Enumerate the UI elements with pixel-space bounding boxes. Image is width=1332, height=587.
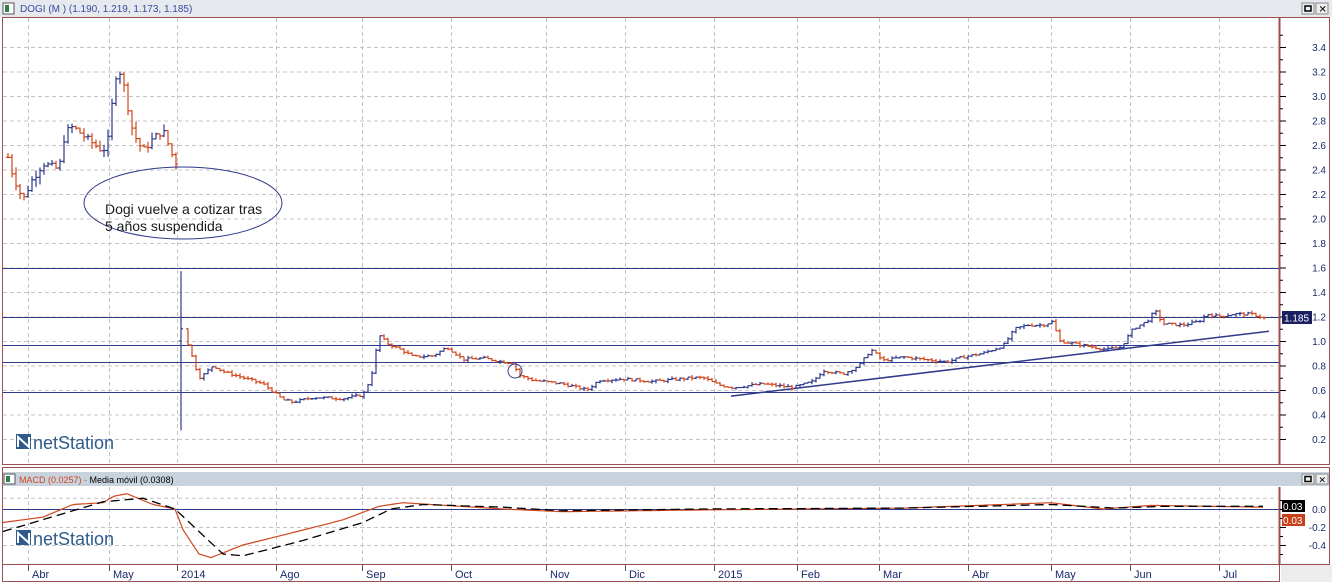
price-tick-label: 2.6 <box>1312 141 1326 152</box>
time-tick-label: May <box>113 569 134 581</box>
time-tick-label: Jun <box>1134 569 1152 581</box>
close-icon: ✕ <box>1319 475 1327 485</box>
time-tick-label: 2015 <box>718 569 742 581</box>
svg-text:netStation: netStation <box>33 433 114 453</box>
price-tick-label: 1.6 <box>1312 264 1326 275</box>
stock-chart-window: DOGI (M ) (1.190, 1.219, 1.173, 1.185) ✕… <box>0 0 1332 582</box>
time-tick-label: 2014 <box>181 569 205 581</box>
price-tick-label: 2.8 <box>1312 117 1326 128</box>
window-icon <box>3 3 14 14</box>
price-tick-label: 1.8 <box>1312 239 1326 250</box>
time-tick-label: Abr <box>972 569 989 581</box>
annotation-line-2: 5 años suspendida <box>105 218 223 234</box>
macd-close-button[interactable]: ✕ <box>1316 474 1328 485</box>
annotation-line-1: Dogi vuelve a cotizar tras <box>105 201 262 217</box>
price-tick-label: 1.0 <box>1312 337 1326 348</box>
close-icon: ✕ <box>1319 5 1327 16</box>
time-tick-label: Sep <box>366 569 386 581</box>
time-tick-label: Abr <box>32 569 49 581</box>
time-tick-label: Mar <box>883 569 902 581</box>
price-tick-label: 0.6 <box>1312 386 1326 397</box>
macd-title-separator: - <box>82 475 90 485</box>
macd-tick-label: -0.4 <box>1309 541 1327 552</box>
macd-title-bar <box>3 472 1329 486</box>
price-tick-label: 1.2 <box>1312 313 1326 324</box>
macd-tick-label: 0.0 <box>1312 505 1326 516</box>
macd-title: MACD (0.0257) - Media móvil (0.0308) <box>19 475 174 485</box>
last-price-value: 1.185 <box>1284 314 1309 325</box>
svg-text:netStation: netStation <box>33 529 114 549</box>
time-tick-label: Oct <box>455 569 472 581</box>
time-tick-label: Feb <box>801 569 820 581</box>
price-tick-label: 3.4 <box>1312 43 1326 54</box>
price-tick-label: 2.0 <box>1312 215 1326 226</box>
time-tick-label: May <box>1055 569 1076 581</box>
axis-corner <box>1281 565 1332 582</box>
price-tick-label: 2.2 <box>1312 190 1326 201</box>
macd-label: MACD (0.0257) <box>19 475 82 485</box>
price-tick-label: 3.0 <box>1312 92 1326 103</box>
time-tick-label: Nov <box>550 569 570 581</box>
time-tick-label: Dic <box>629 569 645 581</box>
macd-window-icon <box>4 474 15 484</box>
price-tick-label: 1.4 <box>1312 288 1326 299</box>
signal-value: 0.03 <box>1283 502 1303 513</box>
ohlc-bar <box>738 387 742 388</box>
signal-label: Media móvil (0.0308) <box>90 475 174 485</box>
macd-restore-button[interactable] <box>1302 474 1314 484</box>
price-tick-label: 2.4 <box>1312 166 1326 177</box>
price-tick-label: 3.2 <box>1312 68 1326 79</box>
chart-title: DOGI (M ) (1.190, 1.219, 1.173, 1.185) <box>20 4 192 15</box>
title-bar <box>0 0 1332 17</box>
macd-value: 0.03 <box>1283 516 1303 527</box>
close-button[interactable]: ✕ <box>1316 3 1328 16</box>
price-tick-label: 0.2 <box>1312 435 1326 446</box>
restore-button[interactable] <box>1302 3 1314 14</box>
macd-tick-label: -0.2 <box>1309 523 1327 534</box>
price-tick-label: 0.8 <box>1312 362 1326 373</box>
time-tick-label: Ago <box>280 569 300 581</box>
price-tick-label: 0.4 <box>1312 411 1326 422</box>
time-tick-label: Jul <box>1223 569 1237 581</box>
